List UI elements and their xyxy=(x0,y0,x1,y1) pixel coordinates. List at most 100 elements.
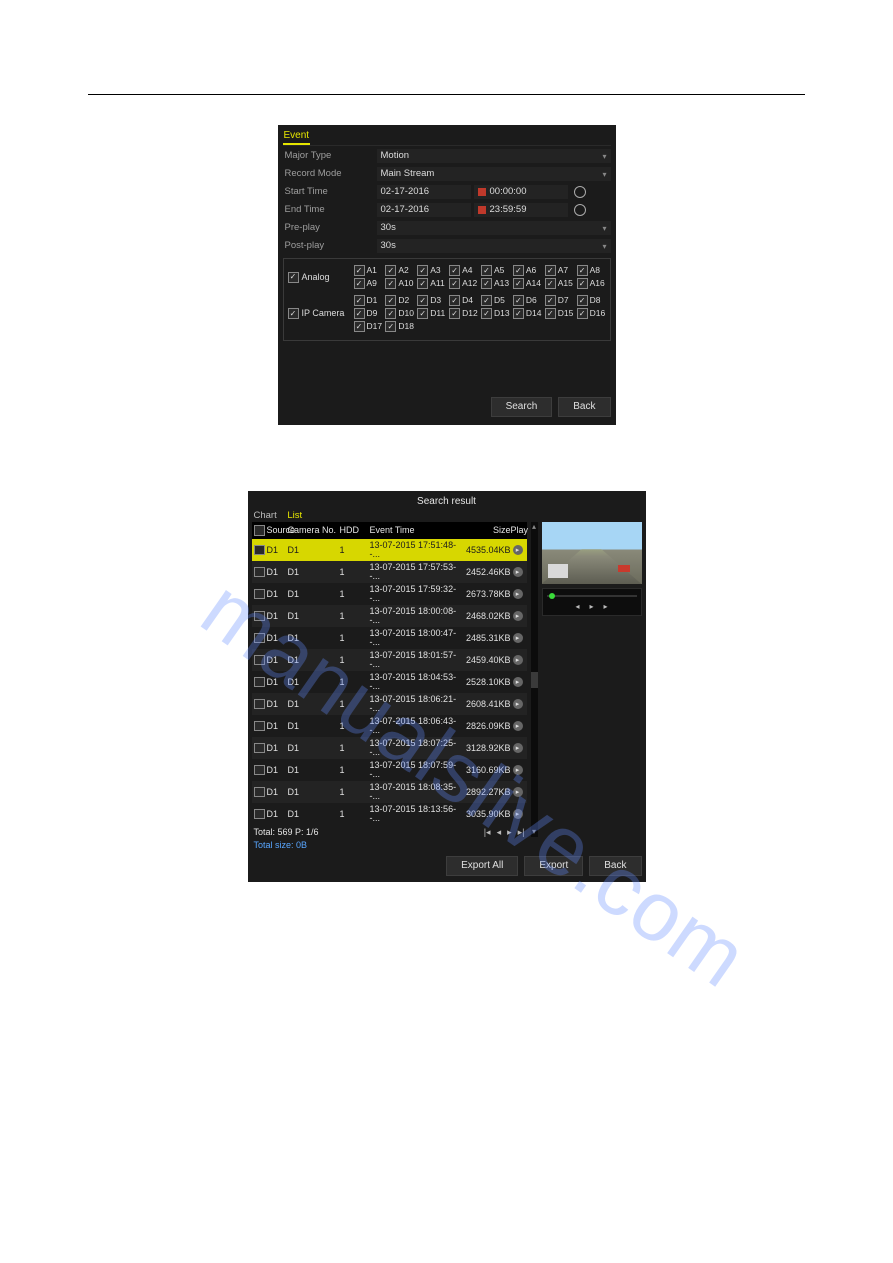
checkbox-icon[interactable]: ✓ xyxy=(354,295,365,306)
row-checkbox[interactable] xyxy=(254,677,265,687)
analog-cam-a1[interactable]: ✓A1 xyxy=(354,265,383,276)
ip-cam-d14[interactable]: ✓D14 xyxy=(513,308,542,319)
end-date-field[interactable]: 02-17-2016 xyxy=(377,203,471,217)
cell-play[interactable]: ▸ xyxy=(511,633,525,644)
end-time-field[interactable]: 23:59:59 xyxy=(474,203,568,217)
analog-cam-a5[interactable]: ✓A5 xyxy=(481,265,510,276)
play-icon[interactable]: ▸ xyxy=(513,699,523,709)
table-row[interactable]: D1D1113-07-2015 18:06:43--...2826.09KB▸ xyxy=(252,715,527,737)
cell-play[interactable]: ▸ xyxy=(511,677,525,688)
cell-play[interactable]: ▸ xyxy=(511,765,525,776)
checkbox-icon[interactable]: ✓ xyxy=(417,308,428,319)
checkbox-icon[interactable]: ✓ xyxy=(417,265,428,276)
checkbox-ip-all[interactable]: ✓ xyxy=(288,308,299,319)
checkbox-icon[interactable]: ✓ xyxy=(354,321,365,332)
row-checkbox[interactable] xyxy=(254,655,265,665)
pager[interactable]: |◂ ◂ ▸ ▸| xyxy=(484,828,525,837)
checkbox-icon[interactable]: ✓ xyxy=(385,278,396,289)
play-icon[interactable]: ▸ xyxy=(513,567,523,577)
checkbox-icon[interactable]: ✓ xyxy=(354,265,365,276)
play-icon[interactable]: ▸ xyxy=(513,787,523,797)
row-checkbox[interactable] xyxy=(254,743,265,753)
ip-cam-d7[interactable]: ✓D7 xyxy=(545,295,574,306)
table-row[interactable]: D1D1113-07-2015 18:07:59--...3160.69KB▸ xyxy=(252,759,527,781)
checkbox-icon[interactable]: ✓ xyxy=(577,308,588,319)
checkbox-icon[interactable]: ✓ xyxy=(481,295,492,306)
checkbox-icon[interactable]: ✓ xyxy=(481,278,492,289)
analog-cam-a9[interactable]: ✓A9 xyxy=(354,278,383,289)
analog-cam-a4[interactable]: ✓A4 xyxy=(449,265,478,276)
analog-cam-a8[interactable]: ✓A8 xyxy=(577,265,606,276)
table-row[interactable]: D1D1113-07-2015 18:01:57--...2459.40KB▸ xyxy=(252,649,527,671)
play-icon[interactable]: ▸ xyxy=(589,603,593,611)
prev-clip-icon[interactable]: ◂ xyxy=(575,603,579,611)
row-checkbox[interactable] xyxy=(254,611,265,621)
cell-play[interactable]: ▸ xyxy=(511,589,525,600)
ip-cam-d10[interactable]: ✓D10 xyxy=(385,308,414,319)
checkbox-icon[interactable]: ✓ xyxy=(417,295,428,306)
checkbox-icon[interactable]: ✓ xyxy=(449,295,460,306)
analog-cam-a2[interactable]: ✓A2 xyxy=(385,265,414,276)
table-row[interactable]: D1D1113-07-2015 17:59:32--...2673.78KB▸ xyxy=(252,583,527,605)
checkbox-icon[interactable]: ✓ xyxy=(545,308,556,319)
ip-cam-d9[interactable]: ✓D9 xyxy=(354,308,383,319)
checkbox-icon[interactable]: ✓ xyxy=(513,278,524,289)
table-row[interactable]: D1D1113-07-2015 18:04:53--...2528.10KB▸ xyxy=(252,671,527,693)
checkbox-icon[interactable]: ✓ xyxy=(385,295,396,306)
export-all-button[interactable]: Export All xyxy=(446,856,518,876)
checkbox-icon[interactable]: ✓ xyxy=(449,308,460,319)
analog-cam-a3[interactable]: ✓A3 xyxy=(417,265,446,276)
play-icon[interactable]: ▸ xyxy=(513,655,523,665)
checkbox-icon[interactable]: ✓ xyxy=(513,295,524,306)
ip-cam-d3[interactable]: ✓D3 xyxy=(417,295,446,306)
scroll-down-icon[interactable]: ▾ xyxy=(532,827,536,837)
checkbox-icon[interactable]: ✓ xyxy=(577,278,588,289)
cell-play[interactable]: ▸ xyxy=(511,743,525,754)
row-checkbox[interactable] xyxy=(254,699,265,709)
progress-handle[interactable] xyxy=(549,593,555,599)
analog-cam-a14[interactable]: ✓A14 xyxy=(513,278,542,289)
select-post-play[interactable]: 30s ▾ xyxy=(377,239,611,253)
row-checkbox[interactable] xyxy=(254,589,265,599)
analog-cam-a16[interactable]: ✓A16 xyxy=(577,278,606,289)
analog-cam-a6[interactable]: ✓A6 xyxy=(513,265,542,276)
scrollbar[interactable]: ▴ ▾ xyxy=(531,522,538,837)
analog-cam-a15[interactable]: ✓A15 xyxy=(545,278,574,289)
select-pre-play[interactable]: 30s ▾ xyxy=(377,221,611,235)
tab-chart[interactable]: Chart xyxy=(254,510,277,521)
checkbox-icon[interactable]: ✓ xyxy=(481,308,492,319)
select-record-mode[interactable]: Main Stream ▾ xyxy=(377,167,611,181)
analog-cam-a10[interactable]: ✓A10 xyxy=(385,278,414,289)
ip-cam-d4[interactable]: ✓D4 xyxy=(449,295,478,306)
ip-cam-d1[interactable]: ✓D1 xyxy=(354,295,383,306)
checkbox-icon[interactable]: ✓ xyxy=(354,308,365,319)
checkbox-icon[interactable]: ✓ xyxy=(385,265,396,276)
checkbox-icon[interactable]: ✓ xyxy=(481,265,492,276)
ip-cam-d2[interactable]: ✓D2 xyxy=(385,295,414,306)
analog-cam-a12[interactable]: ✓A12 xyxy=(449,278,478,289)
table-row[interactable]: D1D1113-07-2015 18:00:08--...2468.02KB▸ xyxy=(252,605,527,627)
checkbox-icon[interactable]: ✓ xyxy=(577,295,588,306)
play-icon[interactable]: ▸ xyxy=(513,633,523,643)
ip-cam-d5[interactable]: ✓D5 xyxy=(481,295,510,306)
play-icon[interactable]: ▸ xyxy=(513,809,523,819)
play-icon[interactable]: ▸ xyxy=(513,765,523,775)
checkbox-icon[interactable]: ✓ xyxy=(449,265,460,276)
row-checkbox[interactable] xyxy=(254,787,265,797)
row-checkbox[interactable] xyxy=(254,765,265,775)
scroll-up-icon[interactable]: ▴ xyxy=(532,522,536,532)
table-row[interactable]: D1D1113-07-2015 18:08:35--...2892.27KB▸ xyxy=(252,781,527,803)
play-icon[interactable]: ▸ xyxy=(513,721,523,731)
analog-cam-a11[interactable]: ✓A11 xyxy=(417,278,446,289)
ip-cam-d6[interactable]: ✓D6 xyxy=(513,295,542,306)
ip-cam-d17[interactable]: ✓D17 xyxy=(354,321,383,332)
table-row[interactable]: D1D1113-07-2015 18:07:25--...3128.92KB▸ xyxy=(252,737,527,759)
row-checkbox[interactable] xyxy=(254,567,265,577)
cell-play[interactable]: ▸ xyxy=(511,655,525,666)
play-icon[interactable]: ▸ xyxy=(513,743,523,753)
first-page-icon[interactable]: |◂ xyxy=(484,828,491,837)
cell-play[interactable]: ▸ xyxy=(511,567,525,578)
cell-play[interactable]: ▸ xyxy=(511,611,525,622)
row-checkbox[interactable] xyxy=(254,721,265,731)
ip-cam-d16[interactable]: ✓D16 xyxy=(577,308,606,319)
